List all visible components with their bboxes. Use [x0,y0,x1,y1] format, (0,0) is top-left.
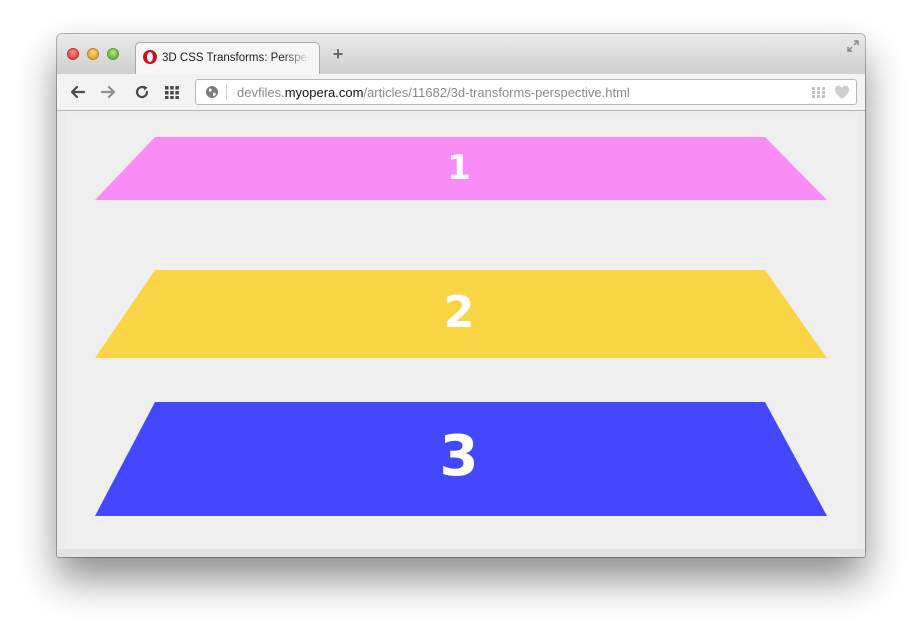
tab-strip: 3D CSS Transforms: Perspective + [57,34,865,74]
globe-icon[interactable] [205,85,219,99]
tab-title: 3D CSS Transforms: Perspective [162,52,310,64]
forward-arrow-icon[interactable] [99,83,117,101]
close-window-button[interactable] [67,48,79,60]
band-3: 3 [95,402,827,516]
band-2: 2 [95,270,827,358]
band-3-label: 3 [440,424,479,489]
address-bar[interactable]: devfiles.myopera.com/articles/11682/3d-t… [195,79,857,105]
url-domain: myopera.com [284,85,364,100]
page-viewport: 1 2 3 [57,111,865,557]
opera-o-icon [143,50,157,64]
minimize-window-button[interactable] [87,48,99,60]
band-1: 1 [95,137,827,200]
new-tab-button[interactable]: + [330,45,346,63]
toolbar: devfiles.myopera.com/articles/11682/3d-t… [57,74,865,111]
band-2-label: 2 [444,287,475,338]
reload-icon[interactable] [133,83,151,101]
url-prefix: devfiles. [237,85,285,100]
address-separator [226,84,227,100]
grid-icon[interactable] [812,86,825,99]
tab-active[interactable]: 3D CSS Transforms: Perspective [135,42,320,74]
url-path: /articles/11682/3d-transforms-perspectiv… [363,85,630,100]
band-1-label: 1 [447,148,471,188]
fullscreen-icon[interactable] [845,38,861,54]
zoom-window-button[interactable] [107,48,119,60]
speed-dial-grid-icon[interactable] [163,83,181,101]
browser-window: 3D CSS Transforms: Perspective + [57,34,865,557]
perspective-bands: 1 2 3 [95,137,827,516]
heart-icon[interactable] [834,85,850,100]
back-arrow-icon[interactable] [69,83,87,101]
url-text[interactable]: devfiles.myopera.com/articles/11682/3d-t… [237,85,630,100]
